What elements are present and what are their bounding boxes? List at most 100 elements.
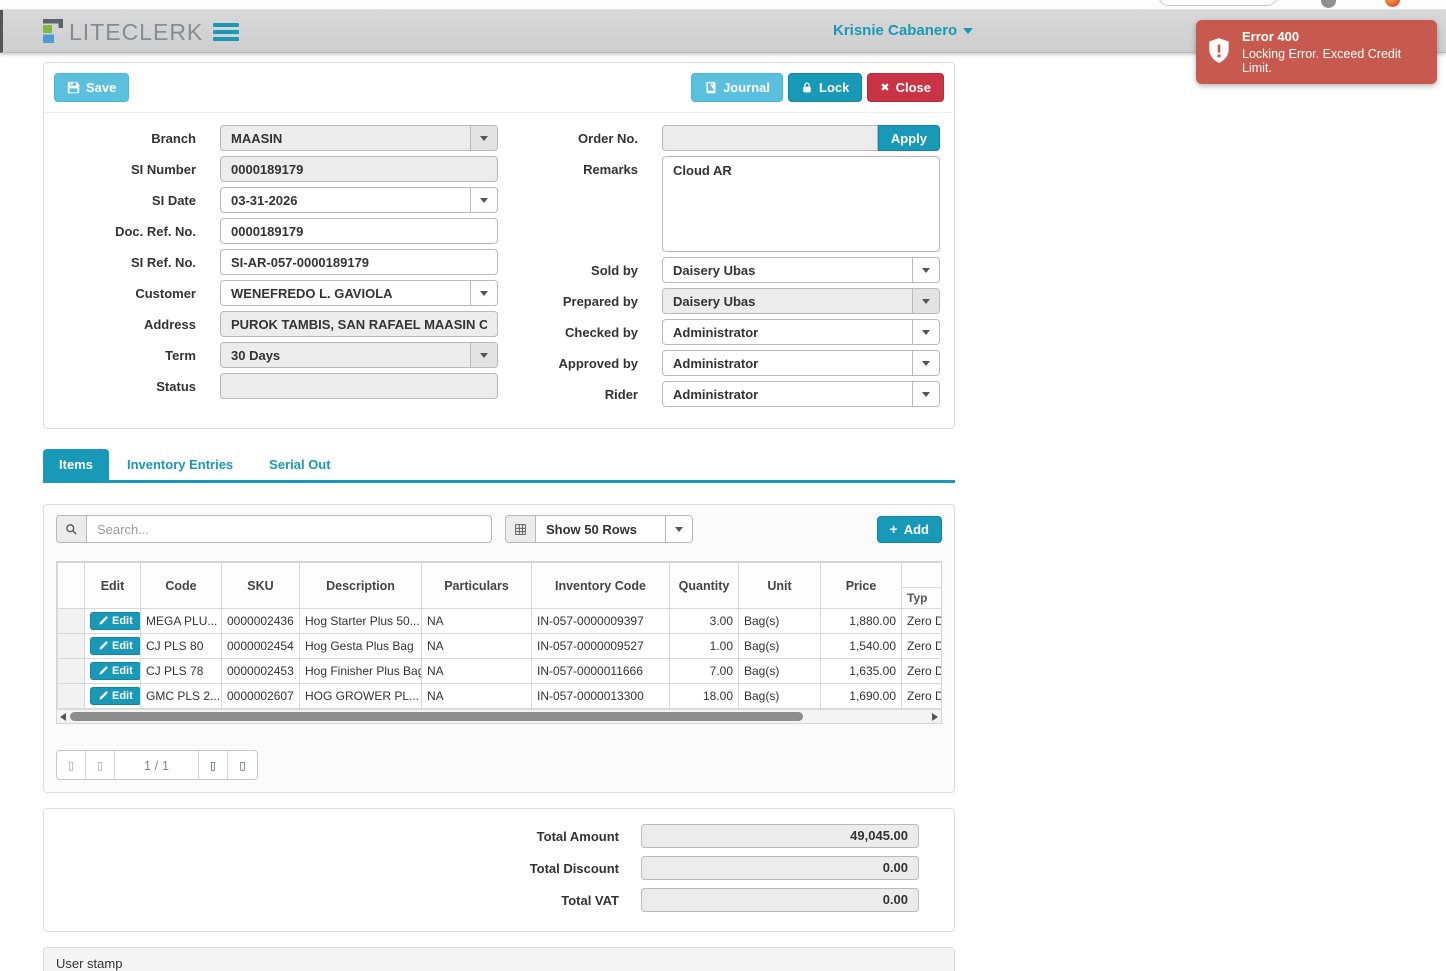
table-row: Edit CJ PLS 78 0000002453 Hog Finisher P… <box>57 658 941 684</box>
si-number-field <box>220 156 498 182</box>
edit-button[interactable]: Edit <box>90 662 140 680</box>
save-button[interactable]: Save <box>54 73 130 102</box>
lock-button[interactable]: Lock <box>788 73 863 102</box>
chevron-down-icon[interactable] <box>470 281 497 305</box>
doc-ref-no-field[interactable] <box>220 218 498 244</box>
toast-title: Error 400 <box>1242 29 1300 44</box>
show-rows-select[interactable]: Show 50 Rows <box>535 515 693 543</box>
table-row: Edit CJ PLS 80 0000002454 Hog Gesta Plus… <box>57 633 941 659</box>
edit-button[interactable]: Edit <box>90 637 140 655</box>
shield-exclamation-icon <box>1206 37 1232 68</box>
chevron-down-icon[interactable] <box>912 382 939 406</box>
edit-button[interactable]: Edit <box>90 612 140 630</box>
cell-description: Hog Starter Plus 50... <box>299 608 422 634</box>
cell-price: 1,690.00 <box>820 683 902 709</box>
sold-by-select[interactable]: Daisery Ubas <box>662 257 940 283</box>
doc-ref-no-label: Doc. Ref. No. <box>115 224 196 239</box>
save-icon <box>67 81 80 94</box>
cell-unit: Bag(s) <box>738 633 821 659</box>
col-inventory-code[interactable]: Inventory Code <box>531 562 670 609</box>
row-selector-cell[interactable] <box>57 633 85 659</box>
close-icon: ✖ <box>880 82 890 94</box>
chevron-down-icon <box>963 27 974 34</box>
cell-price: 1,540.00 <box>820 633 902 659</box>
chevron-down-icon[interactable] <box>470 343 497 367</box>
branch-select[interactable]: MAASIN <box>220 125 498 151</box>
checked-by-select[interactable]: Administrator <box>662 319 940 345</box>
tab-serial-out[interactable]: Serial Out <box>251 449 348 480</box>
close-button[interactable]: ✖ Close <box>867 73 944 102</box>
journal-button[interactable]: Journal <box>691 73 784 102</box>
scroll-left-icon[interactable] <box>60 713 66 721</box>
browser-profile-icon <box>1385 0 1400 7</box>
edit-cell: Edit <box>84 633 141 659</box>
edit-button[interactable]: Edit <box>90 687 140 705</box>
cell-sku: 0000002453 <box>221 658 300 684</box>
apply-button[interactable]: Apply <box>877 125 940 151</box>
cell-quantity: 7.00 <box>669 658 739 684</box>
chevron-down-icon[interactable] <box>665 516 692 542</box>
cell-unit: Bag(s) <box>738 683 821 709</box>
chevron-down-icon[interactable] <box>912 289 939 313</box>
items-panel: Show 50 Rows +Add Edit Co <box>43 504 955 793</box>
col-description[interactable]: Description <box>299 562 422 609</box>
horizontal-scrollbar[interactable] <box>57 709 941 723</box>
chevron-down-icon[interactable] <box>912 351 939 375</box>
user-menu[interactable]: Krisnie Cabanero <box>833 22 974 39</box>
tab-inventory-entries[interactable]: Inventory Entries <box>109 449 251 480</box>
col-discount[interactable]: Disc <box>901 562 941 588</box>
col-particulars[interactable]: Particulars <box>421 562 532 609</box>
toast-message: Locking Error. Exceed Credit Limit. <box>1242 47 1402 75</box>
pagination: ▯ ▯ 1 / 1 ▯ ▯ <box>56 750 258 780</box>
page-prev-button[interactable]: ▯ <box>86 751 115 779</box>
page-next-button[interactable]: ▯ <box>199 751 228 779</box>
chevron-down-icon[interactable] <box>912 258 939 282</box>
rider-select[interactable]: Administrator <box>662 381 940 407</box>
error-toast[interactable]: Error 400 Locking Error. Exceed Credit L… <box>1196 20 1437 84</box>
tab-items[interactable]: Items <box>43 449 109 480</box>
rider-label: Rider <box>604 387 638 402</box>
si-ref-no-field[interactable] <box>220 249 498 275</box>
order-no-field[interactable] <box>662 125 878 151</box>
address-bar-fragment <box>1158 0 1278 6</box>
chevron-down-icon[interactable] <box>470 188 497 212</box>
col-code[interactable]: Code <box>140 562 222 609</box>
items-tbody: Edit MEGA PLU... 0000002436 Hog Starter … <box>57 608 941 709</box>
cell-description: HOG GROWER PL... <box>299 683 422 709</box>
row-selector-cell[interactable] <box>57 658 85 684</box>
chevron-down-icon[interactable] <box>470 126 497 150</box>
col-edit[interactable]: Edit <box>84 562 141 609</box>
col-sku[interactable]: SKU <box>221 562 300 609</box>
pencil-icon <box>99 641 108 650</box>
approved-by-select[interactable]: Administrator <box>662 350 940 376</box>
col-quantity[interactable]: Quantity <box>669 562 739 609</box>
cell-code: GMC PLS 2... <box>140 683 222 709</box>
table-row: Edit GMC PLS 2... 0000002607 HOG GROWER … <box>57 683 941 709</box>
status-field <box>220 373 498 399</box>
pencil-icon <box>99 666 108 675</box>
col-price[interactable]: Price <box>820 562 902 609</box>
si-date-select[interactable]: 03-31-2026 <box>220 187 498 213</box>
remarks-textarea[interactable]: Cloud AR <box>662 156 940 252</box>
approved-by-label: Approved by <box>558 356 638 371</box>
cell-sku: 0000002436 <box>221 608 300 634</box>
chevron-down-icon[interactable] <box>912 320 939 344</box>
prepared-by-select[interactable]: Daisery Ubas <box>662 288 940 314</box>
cell-quantity: 3.00 <box>669 608 739 634</box>
add-button[interactable]: + Add <box>876 515 942 543</box>
search-icon[interactable] <box>56 515 86 543</box>
menu-hamburger-icon[interactable] <box>213 23 239 44</box>
customer-select[interactable]: WENEFREDO L. GAVIOLA <box>220 280 498 306</box>
col-unit[interactable]: Unit <box>738 562 821 609</box>
cell-inventory-code: IN-057-0000011666 <box>531 658 670 684</box>
plus-icon: + <box>889 521 898 537</box>
page-last-button[interactable]: ▯ <box>228 751 257 779</box>
si-ref-no-label: SI Ref. No. <box>130 255 196 270</box>
row-selector-cell[interactable] <box>57 608 85 634</box>
page-first-button[interactable]: ▯ <box>57 751 86 779</box>
scroll-right-icon[interactable] <box>932 713 938 721</box>
row-selector-cell[interactable] <box>57 683 85 709</box>
scrollbar-thumb[interactable] <box>70 712 803 721</box>
search-input[interactable] <box>86 515 492 543</box>
term-select[interactable]: 30 Days <box>220 342 498 368</box>
